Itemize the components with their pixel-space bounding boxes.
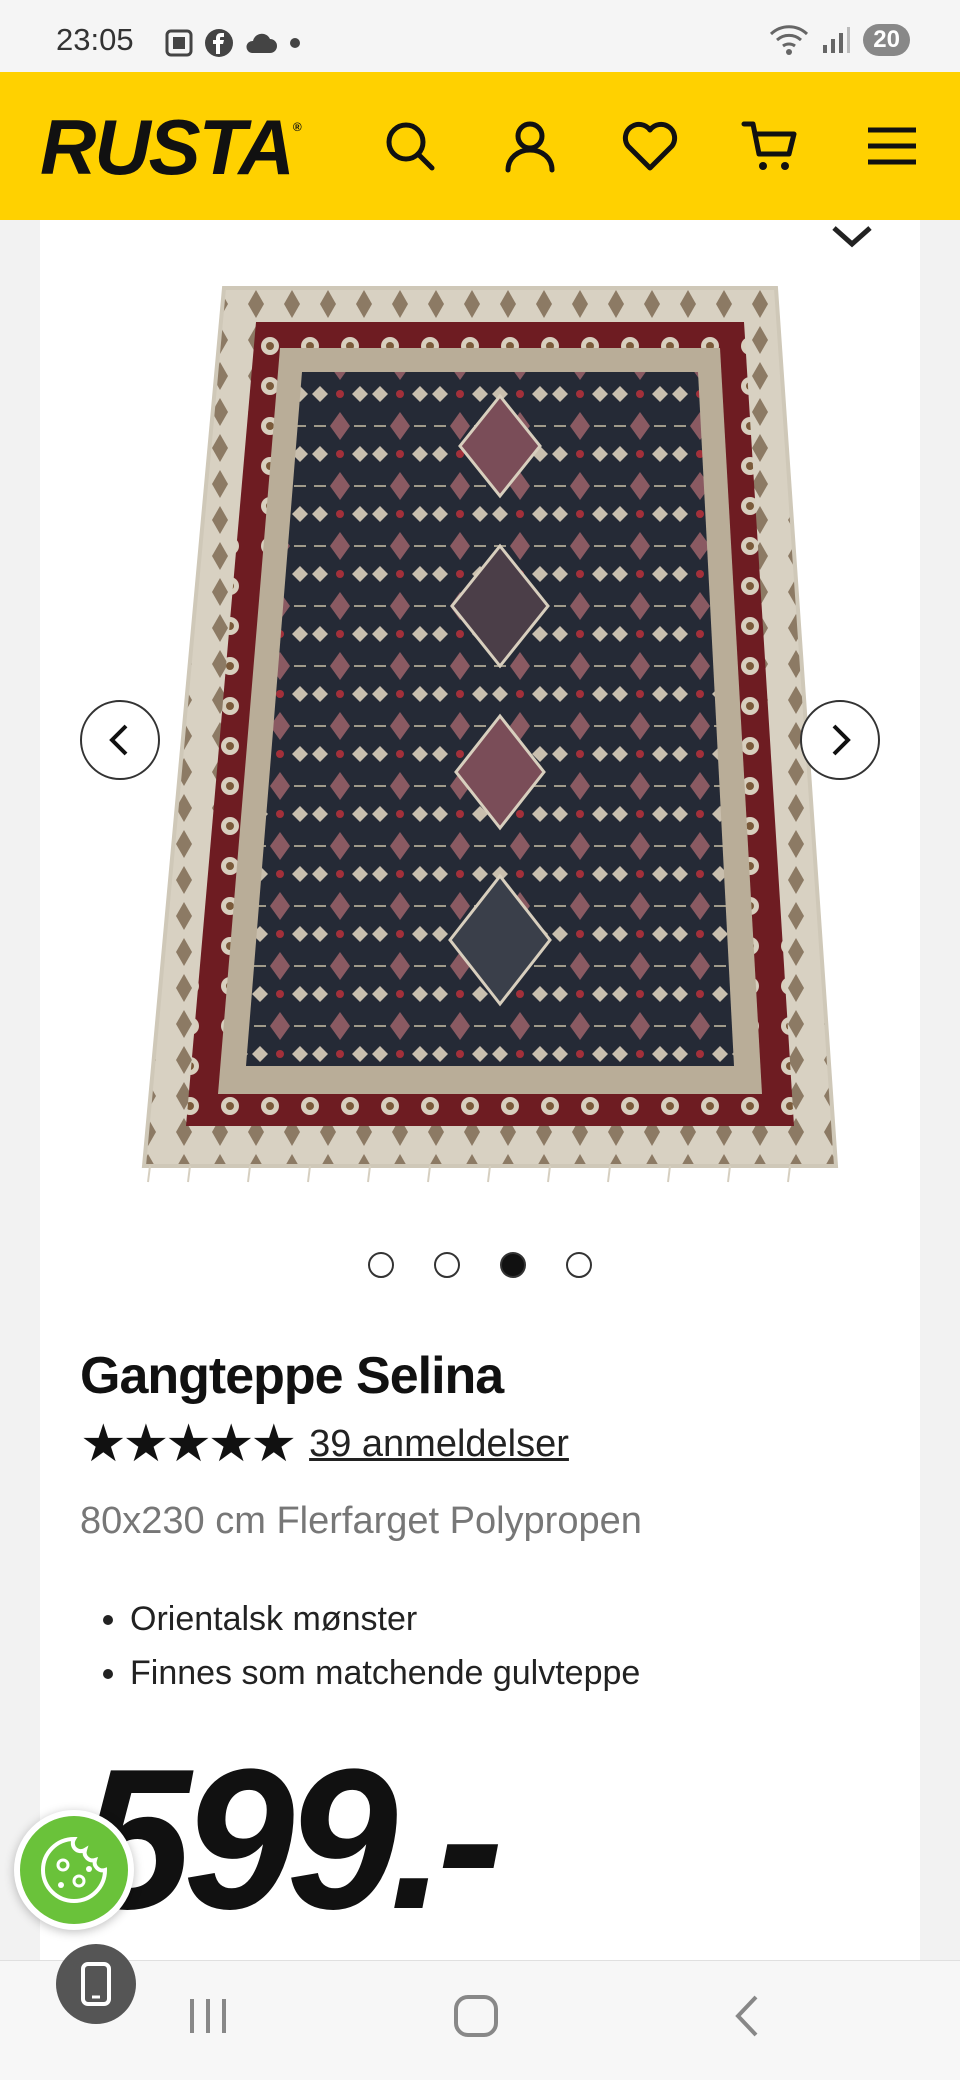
feature-list: Orientalsk mønster Finnes som matchende … <box>130 1592 640 1700</box>
menu-icon[interactable] <box>862 116 922 176</box>
status-bar: 23:05 20 <box>0 0 960 72</box>
status-time: 23:05 <box>56 22 134 57</box>
dot-icon <box>290 38 300 48</box>
chevron-left-icon <box>109 724 128 756</box>
home-icon[interactable] <box>452 1991 500 2041</box>
carousel-dot[interactable] <box>434 1252 460 1278</box>
carousel-indicators <box>40 1252 920 1278</box>
user-icon[interactable] <box>500 116 560 176</box>
screenshot-icon <box>165 29 193 57</box>
status-system-icons: 20 <box>769 24 910 56</box>
product-subtitle: 80x230 cm Flerfarget Polypropen <box>80 1500 642 1542</box>
cloud-icon <box>246 33 277 53</box>
floating-phone-button[interactable] <box>56 1944 136 2024</box>
carousel-next-button[interactable] <box>800 700 880 780</box>
cart-icon[interactable] <box>740 116 800 176</box>
carousel-dot-active[interactable] <box>500 1252 526 1278</box>
status-notification-icons <box>164 28 302 58</box>
recent-apps-icon[interactable] <box>186 1991 230 2041</box>
rating-row: ★★★★★ 39 anmeldelser <box>80 1418 569 1470</box>
heart-icon[interactable] <box>620 116 680 176</box>
chevron-right-icon <box>832 724 851 756</box>
phone-icon <box>81 1962 111 2006</box>
product-price: 599.- <box>80 1728 504 1951</box>
chevron-down-icon[interactable] <box>830 224 874 248</box>
cookie-settings-button[interactable] <box>14 1810 134 1930</box>
product-title: Gangteppe Selina <box>80 1347 504 1405</box>
carousel-dot[interactable] <box>368 1252 394 1278</box>
site-header: RUSTA® <box>0 72 960 220</box>
cookie-icon <box>41 1836 108 1903</box>
back-icon[interactable] <box>728 1991 768 2041</box>
facebook-icon <box>205 29 233 57</box>
signal-icon <box>823 27 851 53</box>
reviews-link[interactable]: 39 anmeldelser <box>309 1423 569 1466</box>
product-image[interactable] <box>130 286 870 1206</box>
battery-level: 20 <box>863 24 910 56</box>
carousel-prev-button[interactable] <box>80 700 160 780</box>
wifi-icon <box>770 25 809 55</box>
carousel-dot[interactable] <box>566 1252 592 1278</box>
rusta-logo[interactable]: RUSTA® <box>40 102 302 193</box>
feature-item: Finnes som matchende gulvteppe <box>130 1646 640 1700</box>
product-card: Gangteppe Selina ★★★★★ 39 anmeldelser 80… <box>40 220 920 1960</box>
search-icon[interactable] <box>380 116 440 176</box>
rating-stars: ★★★★★ <box>80 1414 297 1474</box>
system-nav-bar <box>0 1960 960 2080</box>
feature-item: Orientalsk mønster <box>130 1592 640 1646</box>
